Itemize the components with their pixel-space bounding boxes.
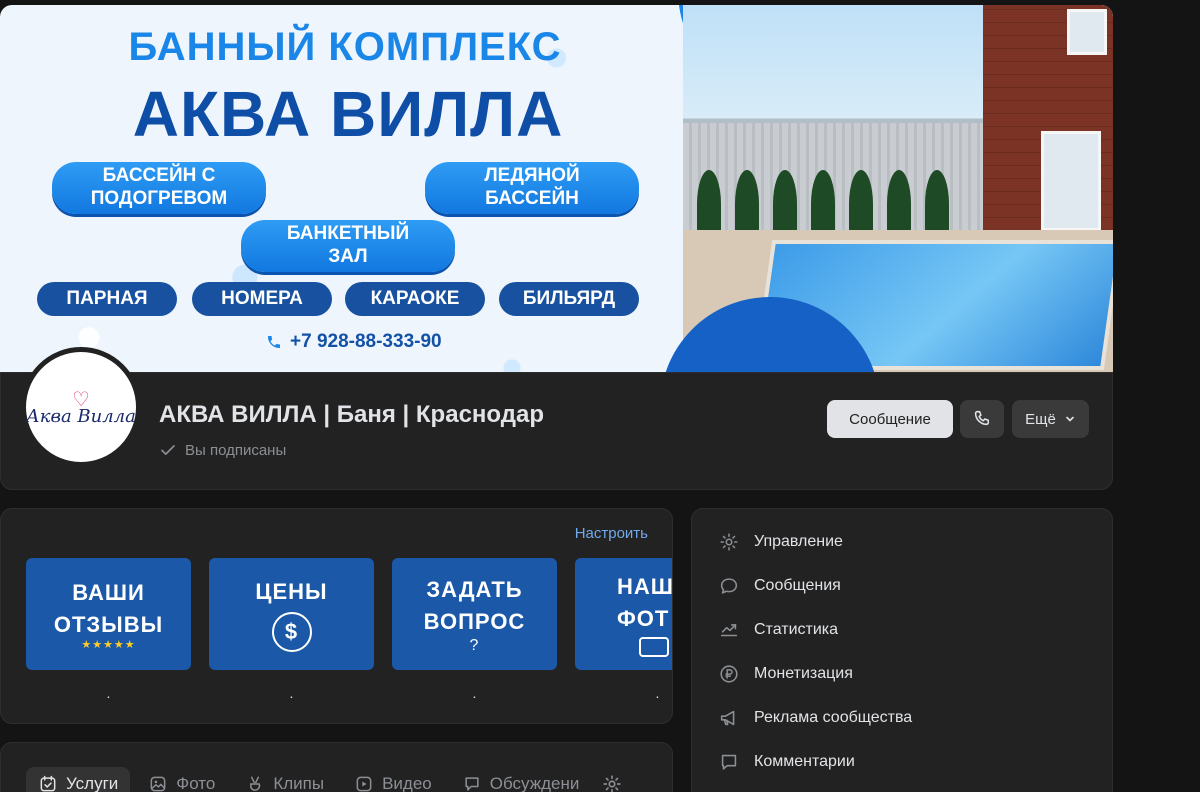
menu-item-label: Комментарии xyxy=(754,753,855,770)
widget-title-line: ФОТ xyxy=(617,606,670,631)
content-tabs-panel: Услуги Фото Клипы Видео Обсуждени xyxy=(0,742,673,792)
more-dropdown[interactable]: Ещё xyxy=(1012,400,1089,438)
widget-title-line: ОТЗЫВЫ xyxy=(53,611,164,637)
widget-title-line: ЗАДАТЬ xyxy=(426,577,523,603)
widget-caption: . xyxy=(655,685,660,701)
comment-icon xyxy=(721,754,737,770)
widget-ask-question[interactable]: ЗАДАТЬ ВОПРОС ? . xyxy=(392,558,557,700)
tab-discussions[interactable]: Обсуждени xyxy=(450,767,592,792)
community-header: ♡ Аква Вилла АКВА ВИЛЛА | Баня | Краснод… xyxy=(0,347,1113,490)
widget-tile[interactable]: НАШ ФОТ xyxy=(575,558,673,670)
menu-item-management[interactable]: Управление xyxy=(718,531,843,553)
menu-item-ads[interactable]: Реклама сообщества xyxy=(718,707,912,729)
menu-item-messages[interactable]: Сообщения xyxy=(718,575,841,597)
megaphone-icon xyxy=(720,710,735,726)
discussion-icon xyxy=(465,777,479,791)
cover-phone-number: +7 928-88-333-90 xyxy=(290,331,442,352)
widgets-panel: Настроить ВАШИ ОТЗЫВЫ ★★★★★ . ЦЕНЫ $ . З… xyxy=(0,508,673,724)
image-icon xyxy=(150,776,166,792)
widget-title-line: НАШ xyxy=(617,574,673,600)
message-button[interactable]: Сообщение xyxy=(827,400,953,438)
cover-pill-banquet: БАНКЕТНЫЙ ЗАЛ xyxy=(241,220,455,272)
subscription-status[interactable]: Вы подписаны xyxy=(159,441,286,459)
configure-link[interactable]: Настроить xyxy=(575,525,648,542)
tab-video[interactable]: Видео xyxy=(342,767,444,792)
admin-menu: Управление Сообщения Статистика Монетиза… xyxy=(691,508,1113,792)
question-icon: ? xyxy=(469,636,480,654)
menu-item-comments[interactable]: Комментарии xyxy=(718,751,855,773)
menu-item-label: Управление xyxy=(754,533,843,550)
cover-pill-steam: ПАРНАЯ xyxy=(37,282,177,316)
menu-item-label: Статистика xyxy=(754,621,839,638)
menu-item-label: Реклама сообщества xyxy=(754,709,913,726)
page-title: АКВА ВИЛЛА | Баня | Краснодар xyxy=(159,401,544,428)
cover-kicker: БАННЫЙ КОМПЛЕКС xyxy=(128,25,562,69)
widget-title-line: ЦЕНЫ xyxy=(255,579,328,605)
phone-icon xyxy=(268,336,280,348)
tab-bar: Услуги Фото Клипы Видео Обсуждени xyxy=(26,767,623,792)
phone-icon xyxy=(974,410,990,426)
cover-pill-billiards: БИЛЬЯРД xyxy=(499,282,639,316)
widget-title-line: ВАШИ xyxy=(72,579,145,605)
menu-item-monetization[interactable]: Монетизация xyxy=(718,663,853,685)
tab-label: Обсуждени xyxy=(489,774,580,792)
widget-caption: . xyxy=(472,685,477,701)
clips-icon xyxy=(250,776,261,791)
menu-item-label: Сообщения xyxy=(754,577,841,594)
avatar-logo-text: Аква Вилла xyxy=(26,406,136,427)
menu-item-label: Монетизация xyxy=(754,665,853,682)
ruble-icon xyxy=(720,665,738,683)
tab-label: Видео xyxy=(382,774,432,792)
tab-clips[interactable]: Клипы xyxy=(233,767,336,792)
tab-label: Клипы xyxy=(273,774,325,792)
video-icon xyxy=(356,776,372,792)
tab-label: Фото xyxy=(176,774,216,792)
chevron-down-icon xyxy=(1066,416,1074,422)
cover-title: АКВА ВИЛЛА xyxy=(132,78,564,150)
more-label: Ещё xyxy=(1025,410,1056,428)
widget-caption: . xyxy=(289,685,294,701)
widget-reviews[interactable]: ВАШИ ОТЗЫВЫ ★★★★★ . xyxy=(26,558,191,700)
widget-prices[interactable]: ЦЕНЫ $ . xyxy=(209,558,374,700)
menu-item-statistics[interactable]: Статистика xyxy=(718,619,838,641)
dollar-icon: $ xyxy=(271,611,312,652)
camera-icon xyxy=(639,636,669,657)
widget-caption: . xyxy=(106,685,111,701)
stars-icon: ★★★★★ xyxy=(81,639,136,652)
cover-pill-rooms: НОМЕРА xyxy=(192,282,332,316)
cover-pill-heated-pool: БАССЕЙН С ПОДОГРЕВОМ xyxy=(52,162,266,214)
subscription-status-label: Вы подписаны xyxy=(185,441,287,459)
cover-phone: +7 928-88-333-90 xyxy=(266,331,442,353)
widget-tiles: ВАШИ ОТЗЫВЫ ★★★★★ . ЦЕНЫ $ . ЗАДАТЬ ВОПР… xyxy=(26,558,673,701)
gear-icon xyxy=(720,533,738,551)
check-icon xyxy=(161,445,175,455)
gear-icon[interactable] xyxy=(601,773,623,792)
message-icon xyxy=(720,578,738,594)
widget-tile[interactable]: ЦЕНЫ $ xyxy=(209,558,374,670)
cover-pill-ice-pool: ЛЕДЯНОЙ БАССЕЙН xyxy=(425,162,639,214)
chart-icon xyxy=(720,624,738,637)
tab-photos[interactable]: Фото xyxy=(136,767,227,792)
avatar[interactable]: ♡ Аква Вилла xyxy=(21,347,141,467)
cover-image[interactable]: БАННЫЙ КОМПЛЕКС АКВА ВИЛЛА БАССЕЙН С ПОД… xyxy=(0,5,1113,383)
widget-title-line: ВОПРОС xyxy=(423,609,526,634)
widget-tile[interactable]: ВАШИ ОТЗЫВЫ ★★★★★ xyxy=(26,558,191,670)
calendar-check-icon xyxy=(40,775,56,792)
widget-tile[interactable]: ЗАДАТЬ ВОПРОС ? xyxy=(392,558,557,670)
tab-services[interactable]: Услуги xyxy=(26,767,131,792)
call-button[interactable] xyxy=(960,400,1004,438)
cover-pill-karaoke: КАРАОКЕ xyxy=(345,282,485,316)
widget-photos[interactable]: НАШ ФОТ . xyxy=(575,558,673,701)
tab-label: Услуги xyxy=(66,774,119,792)
